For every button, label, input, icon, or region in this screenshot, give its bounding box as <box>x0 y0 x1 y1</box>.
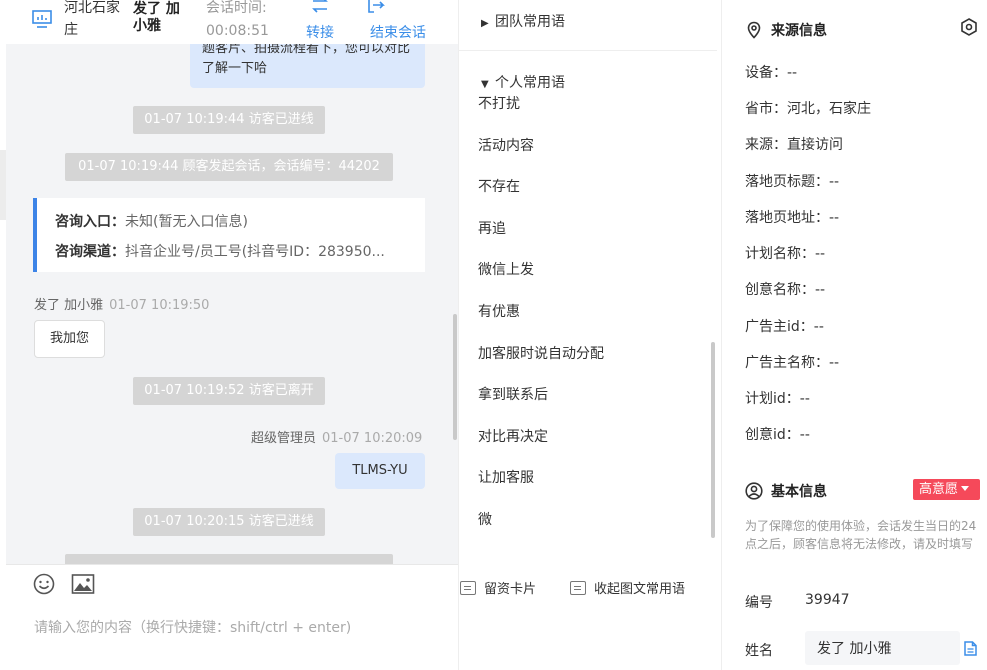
system-message: 01-07 10:20:15 访客已进线 <box>133 508 325 536</box>
team-phrases-group[interactable]: ▶ 团队常用语 <box>481 11 565 31</box>
customer-info-panel: 来源信息 设备：-- 省市：河北，石家庄 来源：直接访问 落地页标题：-- 落地… <box>723 0 987 670</box>
personal-phrases-label: 个人常用语 <box>495 75 565 91</box>
inquiry-source-card: 咨询入口：未知(暂无入口信息) 咨询渠道：抖音企业号/员工号(抖音号ID：283… <box>33 198 425 272</box>
info-advertiser-name: 广告主名称：-- <box>745 355 840 371</box>
agent-sender: 超级管理员 01-07 10:20:09 <box>251 427 422 446</box>
agent-sender-time: 01-07 10:20:09 <box>322 431 423 446</box>
channel-row: 咨询渠道：抖音企业号/员工号(抖音号ID：283950... <box>55 237 425 267</box>
source-info-label: 来源信息 <box>771 23 827 39</box>
info-creative-name: 创意名称：-- <box>745 282 826 298</box>
entry-label: 咨询入口： <box>55 214 125 230</box>
phrase-item[interactable]: 拿到联系后 <box>478 384 548 404</box>
channel-value: 抖音企业号/员工号(抖音号ID：283950... <box>125 244 385 260</box>
chat-workspace: 河北石家庄 发了 加小雅 会话时间: 00:08:51 转接 结束会话 题客片、 <box>0 0 987 670</box>
image-icon[interactable] <box>71 573 95 595</box>
emoji-icon[interactable] <box>33 573 55 595</box>
transfer-button[interactable]: 转接 <box>306 0 334 44</box>
message-input[interactable]: 请输入您的内容（换行快捷键：shift/ctrl + enter) <box>34 617 351 637</box>
end-session-button[interactable]: 结束会话 <box>368 0 426 44</box>
intent-badge-label: 高意愿 <box>919 482 959 497</box>
divider <box>459 50 717 51</box>
intent-badge-dropdown[interactable]: 高意愿 <box>913 479 980 500</box>
phrase-item[interactable]: 对比再决定 <box>478 426 548 446</box>
visitor-name: 发了 加小雅 <box>133 1 180 34</box>
lead-card-label: 留资卡片 <box>484 582 537 597</box>
visitor-location: 河北石家庄 <box>64 0 120 38</box>
entry-value: 未知(暂无入口信息) <box>125 214 248 230</box>
phrases-scrollbar[interactable] <box>711 342 715 538</box>
chat-scrollbar[interactable] <box>453 314 457 440</box>
phrase-item[interactable]: 微 <box>478 509 492 529</box>
personal-phrases-group[interactable]: ▼ 个人常用语 <box>481 72 565 92</box>
session-time-label: 会话时间: <box>206 0 267 16</box>
exit-icon <box>368 0 385 13</box>
end-session-label: 结束会话 <box>370 25 426 41</box>
basic-info-label: 基本信息 <box>771 484 827 500</box>
info-creative-id: 创意id：-- <box>745 427 810 443</box>
source-info-title: 来源信息 <box>745 20 827 40</box>
info-advertiser-id: 广告主id：-- <box>745 319 824 335</box>
name-input[interactable] <box>805 631 960 665</box>
card-icon <box>460 581 476 595</box>
agent-message-bubble: 题客片、拍摄流程看下，您可以对比了解一下哈 <box>190 44 425 88</box>
lead-card-button[interactable]: 留资卡片 <box>460 578 536 597</box>
info-plan-id: 计划id：-- <box>745 391 810 407</box>
caret-down-icon <box>961 486 970 491</box>
basic-info-title: 基本信息 <box>745 481 827 501</box>
system-message: 01-07 10:19:52 访客已离开 <box>133 377 325 405</box>
info-device: 设备：-- <box>745 65 798 81</box>
document-icon[interactable] <box>964 641 977 656</box>
team-phrases-label: 团队常用语 <box>495 14 565 30</box>
system-message-partial <box>65 554 393 564</box>
name-label: 姓名 <box>745 643 773 659</box>
channel-label: 咨询渠道： <box>55 244 125 260</box>
phrase-item[interactable]: 微信上发 <box>478 259 534 279</box>
phrase-item[interactable]: 不打扰 <box>478 93 520 113</box>
info-source: 来源：直接访问 <box>745 137 843 153</box>
agent-sender-name: 超级管理员 <box>251 431 317 446</box>
chat-input-area: 请输入您的内容（换行快捷键：shift/ctrl + enter) <box>6 564 458 670</box>
info-landing-url: 落地页地址：-- <box>745 210 840 226</box>
id-label: 编号 <box>745 595 773 611</box>
edit-notice: 为了保障您的使用体验，会话发生当日的24点之后，顾客信息将无法修改，请及时填写 <box>745 519 977 551</box>
monitor-icon <box>32 10 52 28</box>
transfer-icon <box>312 0 328 13</box>
id-value: 39947 <box>805 592 850 608</box>
phrase-item[interactable]: 加客服时说自动分配 <box>478 343 604 363</box>
transfer-label: 转接 <box>306 25 334 41</box>
visitor-sender-name: 发了 加小雅 <box>34 298 104 313</box>
chat-header: 河北石家庄 发了 加小雅 会话时间: 00:08:51 转接 结束会话 <box>6 0 458 44</box>
visitor-message-bubble: 我加您 <box>34 320 105 358</box>
phrase-item[interactable]: 让加客服 <box>478 467 534 487</box>
quick-phrases-panel: ▶ 团队常用语 ▼ 个人常用语 不打扰 活动内容 不存在 再追 微信上发 有优惠 加… <box>458 0 722 670</box>
phrase-item[interactable]: 不存在 <box>478 176 520 196</box>
caret-down-icon: ▼ <box>481 79 489 90</box>
user-circle-icon <box>745 482 763 500</box>
info-province: 省市：河北，石家庄 <box>745 101 871 117</box>
phrase-item[interactable]: 活动内容 <box>478 135 534 155</box>
session-time: 00:08:51 <box>206 23 269 39</box>
visitor-sender-time: 01-07 10:19:50 <box>109 298 210 313</box>
message-icon <box>570 581 586 595</box>
entry-row: 咨询入口：未知(暂无入口信息) <box>55 207 425 237</box>
caret-right-icon: ▶ <box>481 18 489 29</box>
message-list[interactable]: 题客片、拍摄流程看下，您可以对比了解一下哈 01-07 10:19:44 访客已… <box>6 44 458 564</box>
system-message: 01-07 10:19:44 顾客发起会话，会话编号：44202 <box>65 153 393 181</box>
system-message: 01-07 10:19:44 访客已进线 <box>133 106 325 134</box>
info-plan-name: 计划名称：-- <box>745 246 826 262</box>
chat-panel: 河北石家庄 发了 加小雅 会话时间: 00:08:51 转接 结束会话 题客片、 <box>6 0 458 670</box>
settings-hex-icon[interactable] <box>959 17 979 37</box>
location-pin-icon <box>747 21 761 39</box>
info-landing-title: 落地页标题：-- <box>745 174 840 190</box>
collapse-phrases-label: 收起图文常用语 <box>594 582 686 597</box>
visitor-sender: 发了 加小雅 01-07 10:19:50 <box>34 294 209 313</box>
phrase-item[interactable]: 再追 <box>478 218 506 238</box>
collapse-phrases-button[interactable]: 收起图文常用语 <box>570 578 685 597</box>
phrase-item[interactable]: 有优惠 <box>478 301 520 321</box>
agent-message-bubble: TLMS-YU <box>335 453 425 489</box>
